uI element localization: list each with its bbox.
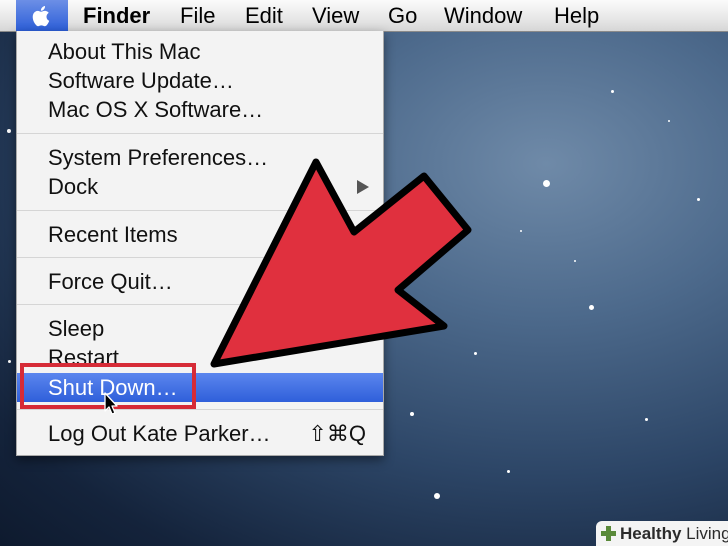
watermark-prefix: Healthy xyxy=(620,524,682,543)
watermark-text: Healthy Living xyxy=(620,521,728,546)
plus-leaf-icon xyxy=(601,526,616,541)
annotation-arrow-icon xyxy=(210,158,472,368)
mouse-pointer-icon xyxy=(104,392,118,415)
watermark: Healthy Living xyxy=(596,521,728,546)
watermark-suffix: Living xyxy=(681,524,728,543)
